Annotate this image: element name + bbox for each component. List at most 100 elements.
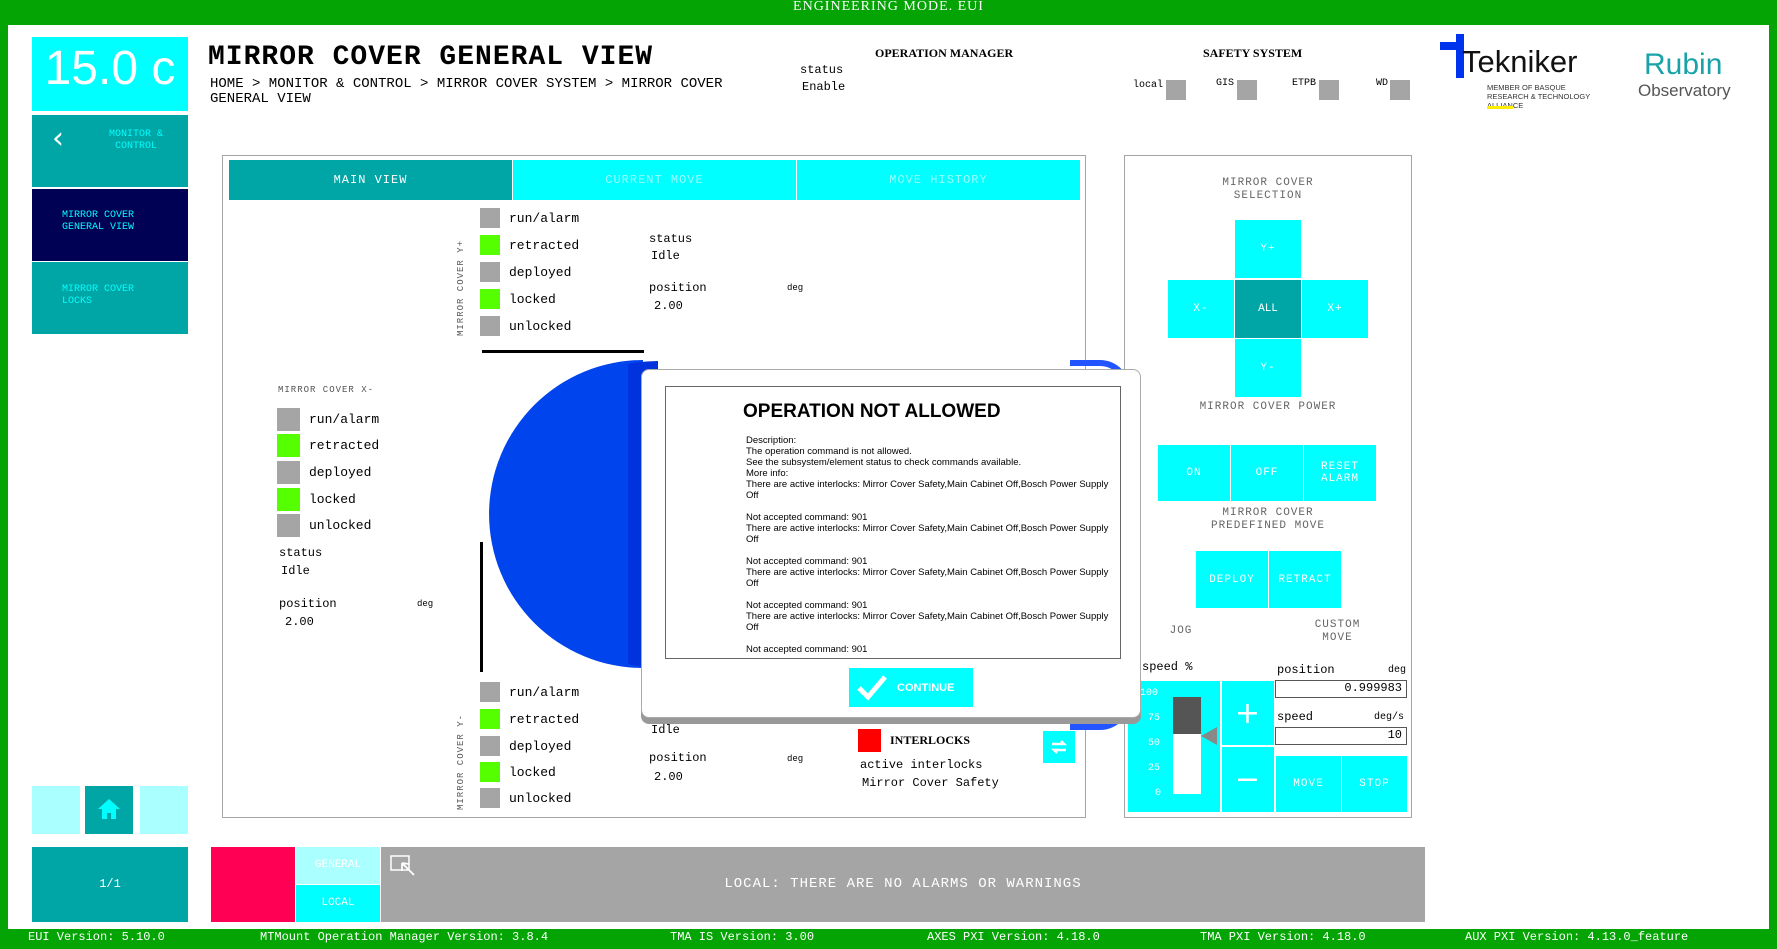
interlock-indicator bbox=[858, 729, 881, 752]
back-button-label: MONITOR & CONTROL bbox=[108, 129, 163, 152]
position-input[interactable]: 0.999983 bbox=[1275, 680, 1407, 698]
tekniker-logo-text: Tekniker bbox=[1462, 44, 1578, 79]
speed-slider-thumb[interactable] bbox=[1201, 726, 1217, 745]
speed-increase-button[interactable]: + bbox=[1222, 681, 1274, 745]
speed-tick-label: 25 bbox=[1148, 763, 1161, 774]
speed-percent-label: speed % bbox=[1142, 660, 1193, 674]
engineering-mode-banner: ENGINEERING MODE. EUI bbox=[0, 0, 1777, 25]
y-plus-status-value: Idle bbox=[651, 249, 680, 263]
dialog-message-line: The operation command is not allowed. bbox=[746, 446, 912, 457]
y-minus-locked: locked bbox=[480, 762, 556, 782]
select-x-plus-button[interactable]: X+ bbox=[1302, 280, 1368, 338]
stop-button[interactable]: STOP bbox=[1342, 756, 1407, 812]
y-minus-position-value: 2.00 bbox=[654, 770, 683, 784]
chevron-left-icon: ‹ bbox=[52, 121, 64, 156]
reset-alarm-button[interactable]: RESET ALARM bbox=[1304, 445, 1376, 501]
x-minus-status-label: status bbox=[279, 546, 323, 560]
y-minus-position-unit: deg bbox=[787, 754, 804, 764]
status-light bbox=[277, 434, 300, 457]
sidebar-item-locks[interactable]: MIRROR COVER LOCKS bbox=[32, 262, 188, 334]
speed-slider-track[interactable] bbox=[1173, 697, 1201, 794]
status-light bbox=[480, 262, 500, 282]
x-minus-run-alarm: run/alarm bbox=[277, 408, 379, 431]
alarm-general-tab[interactable]: GENERAL bbox=[296, 847, 380, 884]
indicator-label: run/alarm bbox=[509, 684, 580, 700]
select-y-minus-button[interactable]: Y- bbox=[1235, 339, 1301, 397]
safety-gis-label: GIS bbox=[1216, 78, 1235, 89]
refresh-interlocks-button[interactable] bbox=[1043, 731, 1075, 763]
alarm-message: LOCAL: THERE ARE NO ALARMS OR WARNINGS bbox=[724, 876, 1082, 892]
indicator-label: run/alarm bbox=[309, 412, 380, 427]
speed-field-label: speed bbox=[1277, 710, 1314, 724]
y-plus-cover-bar bbox=[482, 350, 644, 353]
move-button[interactable]: MOVE bbox=[1276, 756, 1341, 812]
safety-wd-label: WD bbox=[1376, 78, 1389, 89]
retract-button[interactable]: RETRACT bbox=[1269, 551, 1341, 608]
dialog-title: OPERATION NOT ALLOWED bbox=[743, 401, 1001, 422]
deploy-button[interactable]: DEPLOY bbox=[1196, 551, 1268, 608]
rubin-logo-text: Rubin bbox=[1644, 48, 1723, 81]
status-light bbox=[277, 461, 300, 484]
dialog-message: Description: The operation command is not… bbox=[746, 435, 1111, 655]
x-minus-cover-bar bbox=[480, 542, 483, 672]
tab-current-move[interactable]: CURRENT MOVE bbox=[513, 160, 796, 200]
alarm-message-bar: LOCAL: THERE ARE NO ALARMS OR WARNINGS bbox=[381, 847, 1425, 922]
indicator-label: deployed bbox=[509, 738, 572, 754]
select-x-minus-button[interactable]: X- bbox=[1168, 280, 1234, 338]
speed-tick-label: 75 bbox=[1148, 713, 1161, 724]
safety-wd-indicator bbox=[1390, 80, 1410, 100]
status-value: Enable bbox=[802, 80, 846, 94]
predefined-move-label: MIRROR COVER PREDEFINED MOVE bbox=[1210, 507, 1326, 532]
speed-tick-label: 0 bbox=[1155, 788, 1162, 799]
home-button[interactable] bbox=[85, 786, 133, 834]
power-off-button[interactable]: OFF bbox=[1231, 445, 1303, 501]
y-plus-retracted: retracted bbox=[480, 235, 579, 255]
tab-main-view[interactable]: MAIN VIEW bbox=[229, 160, 512, 200]
continue-label: CONTINUE bbox=[897, 681, 955, 694]
safety-gis-indicator bbox=[1237, 80, 1257, 100]
dialog-message-line: There are active interlocks: Mirror Cove… bbox=[746, 567, 1111, 589]
back-monitor-control-button[interactable]: ‹ MONITOR & CONTROL bbox=[32, 115, 188, 187]
speed-decrease-button[interactable]: − bbox=[1222, 747, 1274, 812]
cursor-select-icon[interactable] bbox=[390, 855, 416, 877]
dialog-message-line: Not accepted command: 901 bbox=[746, 556, 868, 567]
nav-next-button[interactable] bbox=[140, 786, 188, 834]
alarm-local-tab[interactable]: LOCAL bbox=[296, 885, 380, 922]
status-light bbox=[480, 709, 500, 729]
status-light bbox=[480, 208, 500, 228]
power-on-button[interactable]: ON bbox=[1158, 445, 1230, 501]
y-plus-position-unit: deg bbox=[787, 283, 804, 293]
dialog-message-line: There are active interlocks: Mirror Cove… bbox=[746, 611, 1111, 633]
dialog-message-line: There are active interlocks: Mirror Cove… bbox=[746, 523, 1111, 545]
continue-button[interactable]: CONTINUE bbox=[849, 668, 973, 707]
speed-input[interactable]: 10 bbox=[1275, 727, 1407, 745]
dialog-message-line bbox=[746, 501, 1111, 512]
power-label: MIRROR COVER POWER bbox=[1199, 401, 1337, 413]
y-plus-position-value: 2.00 bbox=[654, 299, 683, 313]
status-light bbox=[480, 289, 500, 309]
y-minus-retracted: retracted bbox=[480, 709, 579, 729]
version-bar: EUI Version: 5.10.0 MTMount Operation Ma… bbox=[0, 929, 1777, 949]
nav-prev-button[interactable] bbox=[32, 786, 80, 834]
rubin-logo-subtitle: Observatory bbox=[1638, 81, 1731, 100]
dialog-message-line bbox=[746, 589, 1111, 600]
safety-local-label: local bbox=[1133, 80, 1164, 91]
select-y-plus-button[interactable]: Y+ bbox=[1235, 220, 1301, 278]
dialog-message-line bbox=[746, 545, 1111, 556]
y-minus-position-label: position bbox=[649, 751, 707, 765]
x-minus-retracted: retracted bbox=[277, 434, 379, 457]
indicator-label: locked bbox=[509, 291, 556, 307]
select-all-button[interactable]: ALL bbox=[1235, 280, 1301, 338]
cover-y-minus-label: MIRROR COVER Y- bbox=[456, 713, 466, 810]
x-minus-position-label: position bbox=[279, 597, 337, 611]
plus-icon: + bbox=[1234, 695, 1262, 731]
position-label: position bbox=[1277, 663, 1335, 677]
sidebar-item-general-view[interactable]: MIRROR COVER GENERAL VIEW bbox=[32, 189, 188, 261]
alarm-status-indicator bbox=[211, 847, 295, 922]
custom-move-label: CUSTOM MOVE bbox=[1314, 619, 1361, 644]
indicator-label: unlocked bbox=[309, 518, 372, 533]
status-light bbox=[480, 762, 500, 782]
y-plus-status-label: status bbox=[649, 232, 693, 246]
page-indicator: 1/1 bbox=[32, 847, 188, 922]
tab-move-history[interactable]: MOVE HISTORY bbox=[797, 160, 1080, 200]
